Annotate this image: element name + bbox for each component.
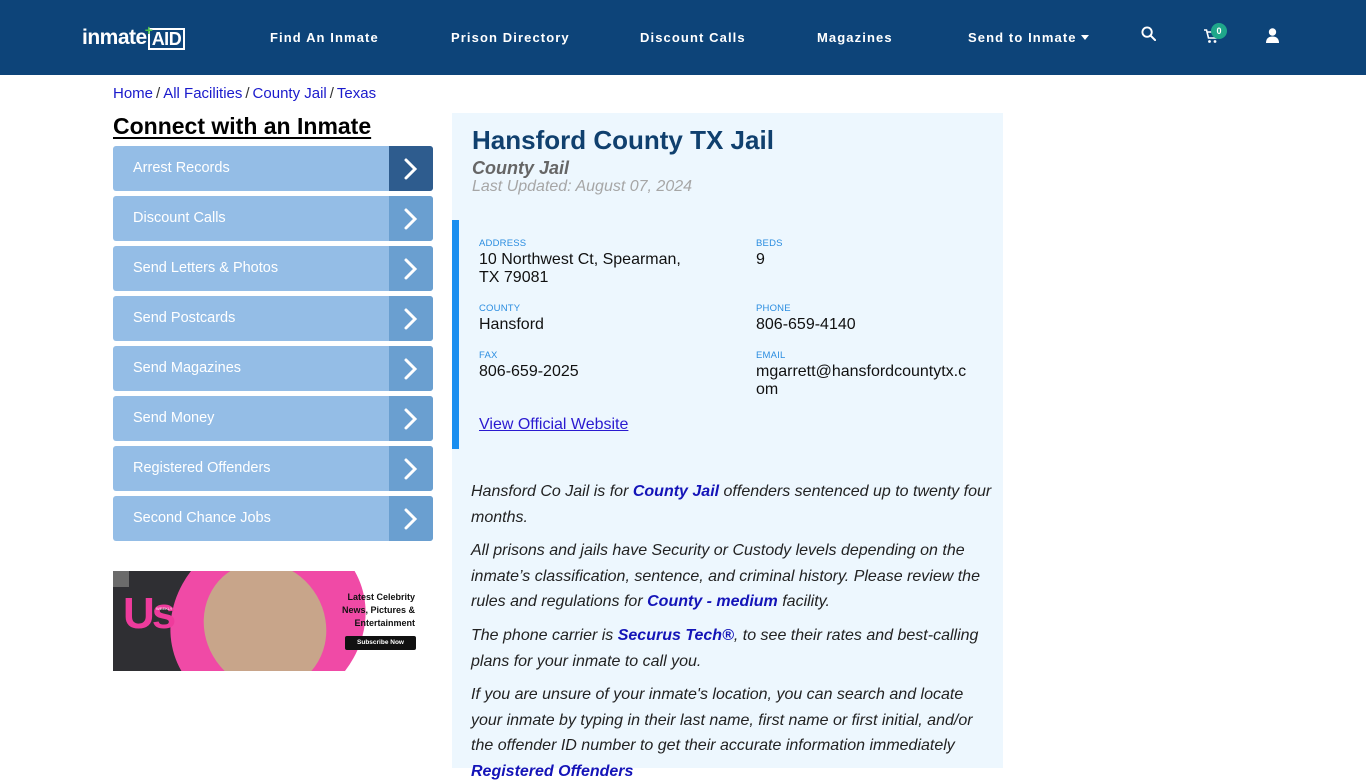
- description-paragraph-2: All prisons and jails have Security or C…: [471, 538, 997, 615]
- address-line: 10 Northwest Ct, Spearman,: [479, 251, 681, 268]
- facility-title: Hansford County TX Jail: [472, 125, 774, 155]
- text: facility.: [777, 593, 830, 610]
- facility-type: County Jail: [472, 158, 570, 178]
- sidebar-item-send-letters-photos[interactable]: Send Letters & Photos: [113, 246, 433, 291]
- breadcrumb-all-facilities[interactable]: All Facilities: [163, 85, 242, 102]
- county-field: COUNTY Hansford: [479, 303, 544, 334]
- text: If you are unsure of your inmate's locat…: [471, 686, 973, 754]
- sidebar-item-label: Send Magazines: [133, 360, 242, 376]
- view-official-website-link[interactable]: View Official Website: [479, 416, 628, 434]
- beds-label: BEDS: [756, 238, 783, 249]
- sidebar-item-label: Send Letters & Photos: [133, 260, 279, 276]
- county-medium-link[interactable]: County - medium: [647, 593, 778, 610]
- fax-field: FAX 806-659-2025: [479, 350, 579, 381]
- chevron-right-icon: [389, 196, 433, 241]
- description-paragraph-1: Hansford Co Jail is for County Jail offe…: [471, 479, 997, 530]
- sidebar-item-send-magazines[interactable]: Send Magazines: [113, 346, 433, 391]
- description-paragraph-3: The phone carrier is Securus Tech®, to s…: [471, 623, 997, 674]
- ad-headline: Latest Celebrity News, Pictures & Entert…: [325, 591, 415, 630]
- sidebar-title: Connect with an Inmate: [113, 113, 372, 139]
- email-line: mgarrett@hansfordcountytx.c: [756, 363, 967, 380]
- address-field: ADDRESS 10 Northwest Ct, Spearman, TX 790…: [479, 238, 681, 287]
- logo-aid-mark: + AID: [145, 22, 186, 50]
- sidebar-item-label: Send Postcards: [133, 310, 236, 326]
- beds-field: BEDS 9: [756, 238, 783, 269]
- nav-discount-calls[interactable]: Discount Calls: [640, 30, 746, 45]
- breadcrumb-county-jail[interactable]: County Jail: [253, 85, 327, 102]
- address-label: ADDRESS: [479, 238, 527, 249]
- sidebar-item-discount-calls[interactable]: Discount Calls: [113, 196, 433, 241]
- ad-brand-small: WEEKLY: [156, 606, 173, 611]
- ad-headline-line: Latest Celebrity: [347, 592, 415, 602]
- ad-subscribe-button[interactable]: Subscribe Now: [345, 636, 416, 650]
- last-updated: Last Updated: August 07, 2024: [472, 178, 693, 195]
- cart-count-badge: 0: [1211, 23, 1227, 39]
- ad-headline-line: News, Pictures &: [341, 605, 415, 615]
- caret-down-icon: [1080, 35, 1089, 40]
- fax-label: FAX: [479, 350, 498, 361]
- sidebar-item-label: Arrest Records: [133, 160, 230, 176]
- sidebar-item-send-postcards[interactable]: Send Postcards: [113, 296, 433, 341]
- phone-value: 806-659-4140: [756, 316, 856, 333]
- sidebar-item-label: Send Money: [133, 410, 215, 426]
- inmateaid-logo[interactable]: inmate + AID: [82, 22, 186, 50]
- sidebar-item-label: Registered Offenders: [133, 460, 271, 476]
- phone-label: PHONE: [756, 303, 791, 314]
- logo-aid-text: AID: [151, 29, 182, 49]
- email-field: EMAIL mgarrett@hansfordcountytx.c om: [756, 350, 966, 399]
- ad-corner-square: [113, 571, 129, 587]
- nav-find-an-inmate[interactable]: Find An Inmate: [270, 30, 379, 45]
- phone-field: PHONE 806-659-4140: [756, 303, 856, 334]
- user-icon[interactable]: [1266, 28, 1279, 48]
- fax-value: 806-659-2025: [479, 363, 579, 380]
- breadcrumb-home[interactable]: Home: [113, 85, 153, 102]
- email-line: om: [756, 381, 779, 398]
- ad-headline-line: Entertainment: [354, 618, 415, 628]
- breadcrumb-separator: /: [156, 85, 161, 102]
- sidebar-item-label: Discount Calls: [133, 210, 226, 226]
- description-paragraph-4: If you are unsure of your inmate's locat…: [471, 682, 997, 784]
- chevron-right-icon: [389, 246, 433, 291]
- plus-icon: +: [144, 22, 153, 38]
- address-value: 10 Northwest Ct, Spearman, TX 79081: [479, 251, 681, 287]
- nav-magazines[interactable]: Magazines: [817, 30, 893, 45]
- nav-prison-directory[interactable]: Prison Directory: [451, 30, 570, 45]
- chevron-right-icon: [389, 146, 433, 191]
- chevron-right-icon: [389, 396, 433, 441]
- chevron-right-icon: [389, 346, 433, 391]
- securus-tech-link[interactable]: Securus Tech®: [618, 627, 734, 644]
- chevron-right-icon: [389, 446, 433, 491]
- breadcrumb-separator: /: [329, 85, 334, 102]
- ad-brand-logo: Us: [123, 589, 176, 638]
- address-line: TX 79081: [479, 269, 549, 286]
- sidebar-item-registered-offenders[interactable]: Registered Offenders: [113, 446, 433, 491]
- facility-info-box: ADDRESS 10 Northwest Ct, Spearman, TX 790…: [452, 220, 1003, 449]
- nav-send-to-inmate[interactable]: Send to Inmate: [968, 30, 1089, 45]
- email-value: mgarrett@hansfordcountytx.c om: [756, 363, 966, 399]
- beds-value: 9: [756, 251, 765, 268]
- county-value: Hansford: [479, 316, 544, 333]
- sidebar-item-label: Second Chance Jobs: [133, 510, 271, 526]
- registered-offenders-link[interactable]: Registered Offenders: [471, 763, 633, 780]
- sidebar-item-second-chance-jobs[interactable]: Second Chance Jobs: [113, 496, 433, 541]
- facility-panel: Hansford County TX Jail County Jail Last…: [452, 113, 1003, 780]
- breadcrumb-texas[interactable]: Texas: [337, 85, 376, 102]
- sidebar-item-send-money[interactable]: Send Money: [113, 396, 433, 441]
- search-icon[interactable]: [1141, 26, 1157, 46]
- text: Hansford Co Jail is for: [471, 483, 633, 500]
- breadcrumb: Home / All Facilities / County Jail / Texas: [113, 85, 376, 102]
- chevron-right-icon: [389, 296, 433, 341]
- logo-text: inmate: [82, 26, 147, 49]
- county-jail-link[interactable]: County Jail: [633, 483, 719, 500]
- email-label: EMAIL: [756, 350, 786, 361]
- breadcrumb-separator: /: [245, 85, 250, 102]
- top-navbar: inmate + AID Find An Inmate Prison Direct…: [0, 0, 1366, 75]
- text: The phone carrier is: [471, 627, 618, 644]
- sidebar-item-arrest-records[interactable]: Arrest Records: [113, 146, 433, 191]
- nav-send-to-inmate-label: Send to Inmate: [968, 30, 1077, 45]
- county-label: COUNTY: [479, 303, 521, 314]
- chevron-right-icon: [389, 496, 433, 541]
- us-weekly-ad-banner[interactable]: Us WEEKLY Latest Celebrity News, Picture…: [113, 571, 417, 671]
- sidebar-menu: Arrest Records Discount Calls Send Lette…: [113, 146, 433, 546]
